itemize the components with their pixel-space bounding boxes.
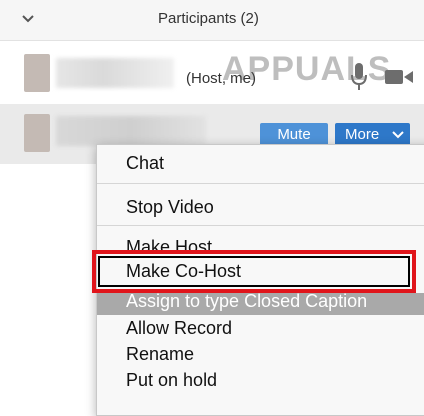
menu-item-put-on-hold[interactable]: Put on hold xyxy=(126,370,217,391)
menu-item-chat[interactable]: Chat xyxy=(126,153,164,174)
menu-divider xyxy=(97,183,424,184)
menu-divider xyxy=(97,225,424,226)
blurred-name xyxy=(56,116,206,146)
avatar xyxy=(24,114,50,152)
avatar xyxy=(24,54,50,92)
video-camera-icon[interactable] xyxy=(384,68,414,86)
menu-item-allow-record[interactable]: Allow Record xyxy=(126,318,232,339)
menu-item-rename[interactable]: Rename xyxy=(126,344,194,365)
blurred-name xyxy=(56,58,174,88)
annotation-highlight-box xyxy=(92,250,416,293)
chevron-down-icon[interactable] xyxy=(20,10,36,26)
chevron-down-icon xyxy=(392,131,404,139)
participants-title: Participants (2) xyxy=(158,10,259,27)
participants-header: Participants (2) xyxy=(0,0,424,41)
microphone-icon[interactable] xyxy=(350,62,368,92)
menu-item-stop-video[interactable]: Stop Video xyxy=(126,197,214,218)
menu-item-assign-closed-caption[interactable]: Assign to type Closed Caption xyxy=(126,291,367,312)
